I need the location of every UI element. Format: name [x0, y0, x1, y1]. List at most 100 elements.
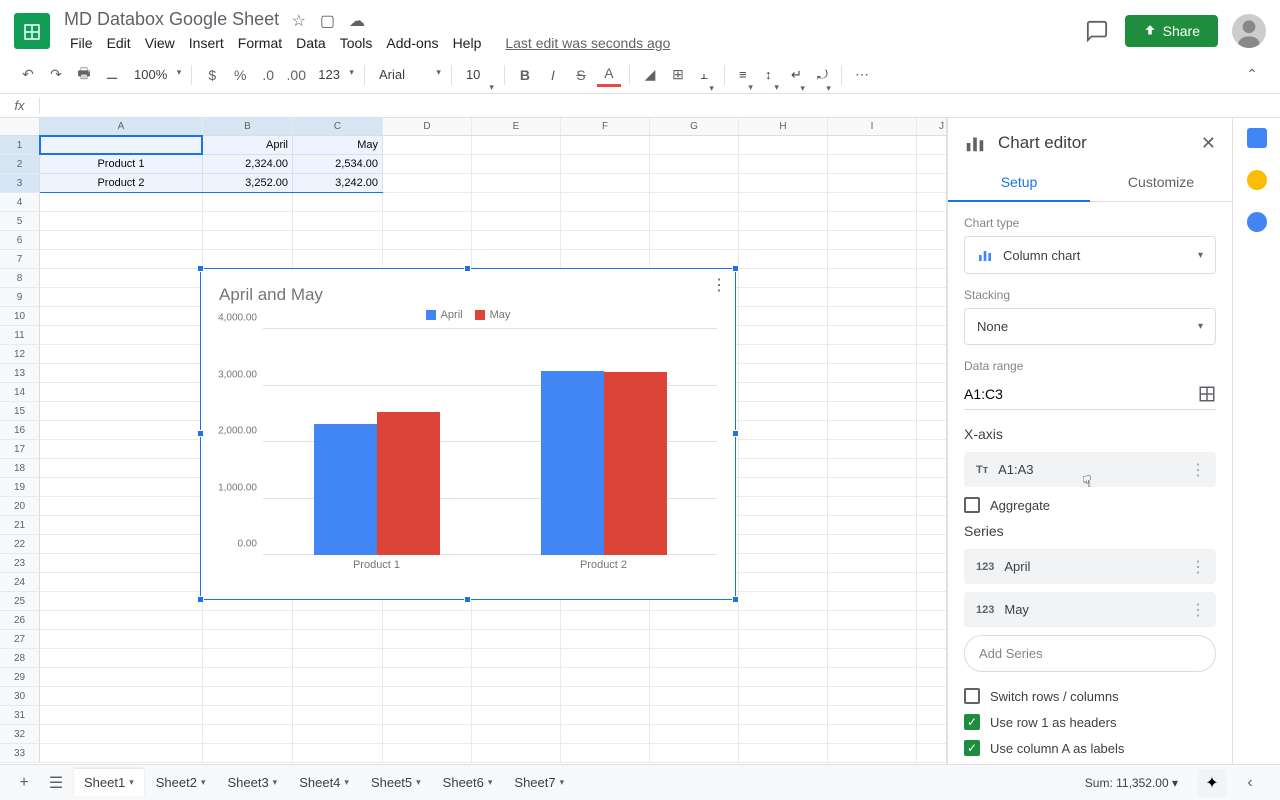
menu-edit[interactable]: Edit: [101, 33, 137, 53]
redo-icon[interactable]: ↷: [44, 63, 68, 87]
cell[interactable]: [739, 364, 828, 383]
cell[interactable]: [828, 364, 917, 383]
cell[interactable]: [739, 345, 828, 364]
cell[interactable]: [40, 725, 203, 744]
tasks-icon[interactable]: [1247, 212, 1267, 232]
grid-icon[interactable]: [1198, 385, 1216, 403]
select-all-corner[interactable]: [0, 118, 40, 136]
col-header[interactable]: G: [650, 118, 739, 136]
undo-icon[interactable]: ↶: [16, 63, 40, 87]
cell[interactable]: [828, 345, 917, 364]
cell[interactable]: [203, 212, 293, 231]
cell[interactable]: [472, 630, 561, 649]
cell[interactable]: [650, 725, 739, 744]
sheet-tab[interactable]: Sheet6 ▾: [433, 769, 503, 796]
wrap-icon[interactable]: ↵: [785, 65, 807, 85]
calendar-icon[interactable]: [1247, 128, 1267, 148]
avatar[interactable]: [1232, 14, 1266, 48]
cell[interactable]: [828, 516, 917, 535]
cell[interactable]: [40, 516, 203, 535]
cell[interactable]: 3,242.00: [293, 174, 383, 193]
cell[interactable]: [917, 250, 947, 269]
cell[interactable]: [828, 535, 917, 554]
cell[interactable]: [828, 155, 917, 174]
cell[interactable]: [828, 193, 917, 212]
data-range-input[interactable]: [964, 386, 1198, 402]
menu-view[interactable]: View: [139, 33, 181, 53]
keep-icon[interactable]: [1247, 170, 1267, 190]
cell[interactable]: [561, 668, 650, 687]
menu-help[interactable]: Help: [447, 33, 488, 53]
print-icon[interactable]: 🖶: [72, 63, 96, 87]
row-header[interactable]: 8: [0, 269, 40, 288]
cell[interactable]: [917, 592, 947, 611]
cell[interactable]: [828, 744, 917, 763]
halign-icon[interactable]: ≡: [733, 65, 755, 84]
cell[interactable]: [40, 136, 203, 155]
cell[interactable]: [739, 478, 828, 497]
cell[interactable]: [383, 212, 472, 231]
num-format-select[interactable]: 123: [312, 65, 356, 84]
cell[interactable]: [40, 649, 203, 668]
xaxis-chip[interactable]: Tᴛ A1:A3 ⋮: [964, 452, 1216, 487]
cell[interactable]: [40, 744, 203, 763]
cell[interactable]: [828, 269, 917, 288]
cell[interactable]: [293, 611, 383, 630]
cell[interactable]: [917, 611, 947, 630]
last-edit[interactable]: Last edit was seconds ago: [499, 33, 676, 53]
cell[interactable]: [650, 231, 739, 250]
cell[interactable]: [917, 668, 947, 687]
row1-headers-checkbox[interactable]: ✓Use row 1 as headers: [964, 714, 1216, 730]
cell[interactable]: [561, 193, 650, 212]
cell[interactable]: [739, 668, 828, 687]
col-header[interactable]: E: [472, 118, 561, 136]
rotate-icon[interactable]: ⤾: [811, 65, 833, 85]
row-header[interactable]: 32: [0, 725, 40, 744]
cell[interactable]: [293, 649, 383, 668]
cell[interactable]: [650, 193, 739, 212]
cell[interactable]: [40, 706, 203, 725]
cell[interactable]: [828, 459, 917, 478]
cell[interactable]: [293, 250, 383, 269]
row-header[interactable]: 12: [0, 345, 40, 364]
row-header[interactable]: 23: [0, 554, 40, 573]
cell[interactable]: [917, 630, 947, 649]
cell[interactable]: [203, 744, 293, 763]
cell[interactable]: [293, 630, 383, 649]
cell[interactable]: [828, 649, 917, 668]
cell[interactable]: [650, 212, 739, 231]
cell[interactable]: [917, 269, 947, 288]
row-header[interactable]: 26: [0, 611, 40, 630]
font-select[interactable]: Arial: [373, 65, 443, 84]
cell[interactable]: [561, 611, 650, 630]
cell[interactable]: [203, 668, 293, 687]
cell[interactable]: [472, 212, 561, 231]
fill-color-icon[interactable]: ◢: [638, 63, 662, 87]
tab-setup[interactable]: Setup: [948, 164, 1090, 202]
chart-type-select[interactable]: Column chart: [964, 236, 1216, 274]
text-color-icon[interactable]: A: [597, 63, 621, 87]
move-icon[interactable]: ▢: [320, 11, 335, 31]
cell[interactable]: [739, 440, 828, 459]
cell[interactable]: [472, 193, 561, 212]
menu-file[interactable]: File: [64, 33, 99, 53]
cell[interactable]: [828, 212, 917, 231]
cell[interactable]: [739, 535, 828, 554]
cell[interactable]: [828, 231, 917, 250]
cell[interactable]: [917, 193, 947, 212]
cell[interactable]: [739, 212, 828, 231]
cell[interactable]: [40, 231, 203, 250]
cell[interactable]: [739, 402, 828, 421]
cell[interactable]: [472, 174, 561, 193]
cell[interactable]: [917, 649, 947, 668]
row-header[interactable]: 21: [0, 516, 40, 535]
cell[interactable]: [40, 592, 203, 611]
comments-icon[interactable]: [1083, 17, 1111, 45]
cell[interactable]: [650, 706, 739, 725]
cell[interactable]: [739, 155, 828, 174]
cell[interactable]: [383, 231, 472, 250]
sheet-tab[interactable]: Sheet4 ▾: [289, 769, 359, 796]
cell[interactable]: [917, 687, 947, 706]
cell[interactable]: [383, 250, 472, 269]
cell[interactable]: [293, 231, 383, 250]
